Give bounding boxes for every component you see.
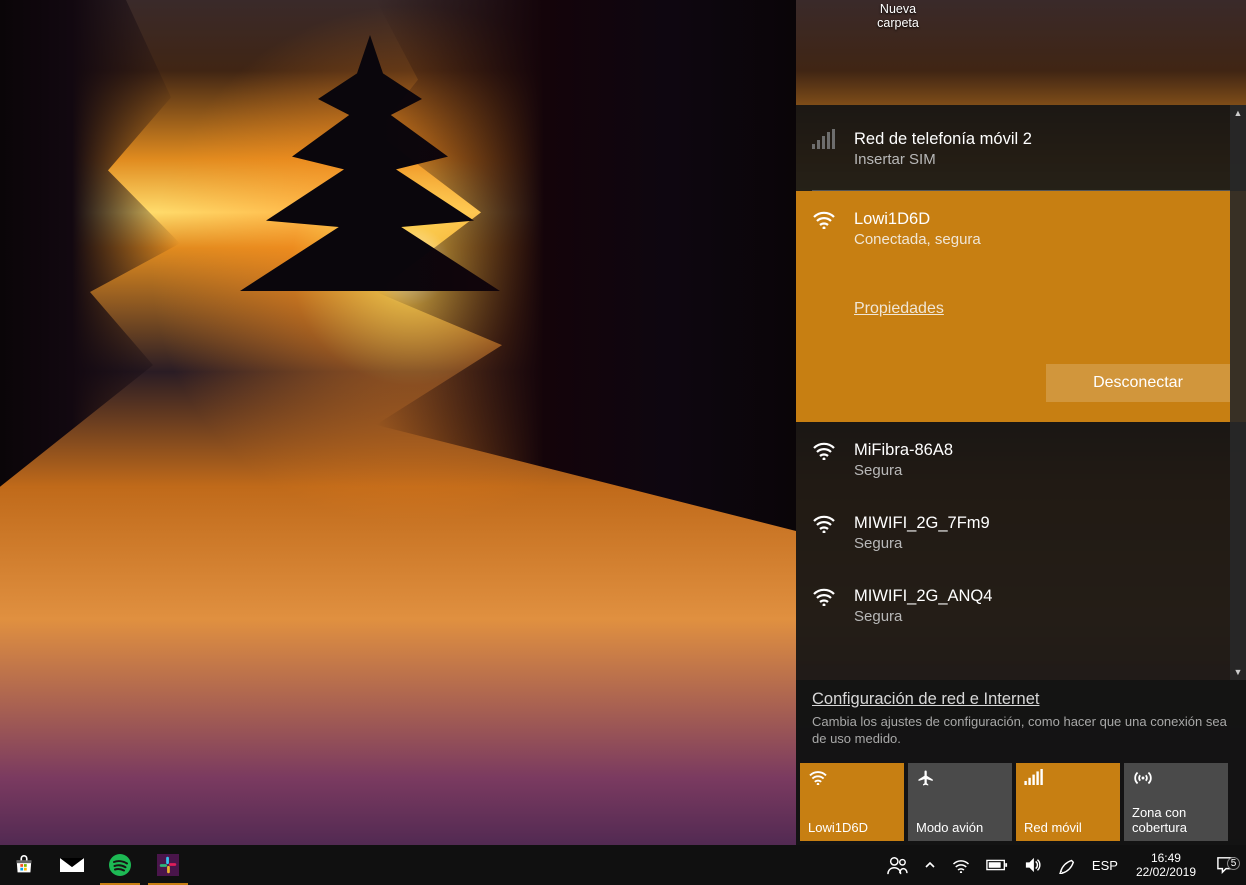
network-list: Red de telefonía móvil 2 Insertar SIM Lo… xyxy=(796,105,1246,680)
tray-language[interactable]: ESP xyxy=(1084,845,1126,885)
connected-status: Conectada, segura xyxy=(854,230,1230,250)
scrollbar[interactable]: ▲ ▼ xyxy=(1230,105,1246,680)
tray-battery-icon[interactable] xyxy=(978,845,1016,885)
connected-name: Lowi1D6D xyxy=(854,209,1230,229)
network-settings-block: Configuración de red e Internet Cambia l… xyxy=(796,680,1246,759)
network-security: Segura xyxy=(854,607,1230,627)
wifi-icon xyxy=(812,513,840,554)
network-security: Segura xyxy=(854,534,1230,554)
taskbar-spotify[interactable] xyxy=(96,845,144,885)
disconnect-button[interactable]: Desconectar xyxy=(1046,364,1230,402)
wifi-icon xyxy=(812,209,840,250)
cellular-signal-icon xyxy=(812,129,840,170)
scroll-down-icon[interactable]: ▼ xyxy=(1230,664,1246,680)
tile-hotspot[interactable]: Zona con cobertura xyxy=(1124,763,1228,841)
tile-airplane[interactable]: Modo avión xyxy=(908,763,1012,841)
language-label: ESP xyxy=(1092,858,1118,873)
network-settings-desc: Cambia los ajustes de configuración, com… xyxy=(812,713,1230,747)
desktop-folder-label: Nueva carpeta xyxy=(858,2,938,30)
taskbar: ESP 16:49 22/02/2019 5 xyxy=(0,845,1246,885)
cellular-name: Red de telefonía móvil 2 xyxy=(854,129,1230,149)
taskbar-store[interactable] xyxy=(0,845,48,885)
network-security: Segura xyxy=(854,461,1230,481)
tray-pen-icon[interactable] xyxy=(1050,845,1084,885)
cellular-signal-icon xyxy=(1024,769,1112,791)
hotspot-icon xyxy=(1132,769,1220,791)
wallpaper-tree-left xyxy=(0,0,180,487)
tile-label: Lowi1D6D xyxy=(808,820,896,835)
tray-show-hidden-icons[interactable] xyxy=(916,845,944,885)
tile-label: Zona con cobertura xyxy=(1132,805,1220,835)
network-item[interactable]: MIWIFI_2G_7Fm9 Segura xyxy=(796,495,1246,568)
notification-count-badge: 5 xyxy=(1227,857,1240,870)
tile-label: Red móvil xyxy=(1024,820,1112,835)
tile-wifi[interactable]: Lowi1D6D xyxy=(800,763,904,841)
wifi-icon xyxy=(812,440,840,481)
desktop-folder[interactable]: Nueva carpeta xyxy=(858,0,938,30)
scroll-up-icon[interactable]: ▲ xyxy=(1230,105,1246,121)
tray-wifi-icon[interactable] xyxy=(944,845,978,885)
network-item[interactable]: MiFibra-86A8 Segura xyxy=(796,422,1246,495)
quick-action-tiles: Lowi1D6D Modo avión Red móvil Zona con c… xyxy=(796,759,1246,845)
tray-people[interactable] xyxy=(878,845,916,885)
properties-link[interactable]: Propiedades xyxy=(854,300,1230,318)
wallpaper-tree-right xyxy=(376,0,796,531)
cellular-sub: Insertar SIM xyxy=(854,150,1230,170)
tray-clock[interactable]: 16:49 22/02/2019 xyxy=(1126,851,1206,879)
network-name: MIWIFI_2G_ANQ4 xyxy=(854,586,1230,606)
network-item-connected[interactable]: Lowi1D6D Conectada, segura Propiedades D… xyxy=(796,191,1246,422)
tile-cellular[interactable]: Red móvil xyxy=(1016,763,1120,841)
tray-action-center[interactable]: 5 xyxy=(1206,856,1246,874)
wifi-icon xyxy=(812,586,840,627)
network-item-cellular[interactable]: Red de telefonía móvil 2 Insertar SIM xyxy=(796,105,1246,190)
network-name: MIWIFI_2G_7Fm9 xyxy=(854,513,1230,533)
wifi-icon xyxy=(808,769,896,791)
taskbar-mail[interactable] xyxy=(48,845,96,885)
network-settings-link[interactable]: Configuración de red e Internet xyxy=(812,690,1039,708)
network-flyout: Red de telefonía móvil 2 Insertar SIM Lo… xyxy=(796,105,1246,845)
taskbar-slack[interactable] xyxy=(144,845,192,885)
clock-time: 16:49 xyxy=(1136,851,1196,865)
clock-date: 22/02/2019 xyxy=(1136,865,1196,879)
airplane-icon xyxy=(916,769,1004,791)
network-name: MiFibra-86A8 xyxy=(854,440,1230,460)
tray-volume-icon[interactable] xyxy=(1016,845,1050,885)
network-item[interactable]: MIWIFI_2G_ANQ4 Segura xyxy=(796,568,1246,641)
tile-label: Modo avión xyxy=(916,820,1004,835)
